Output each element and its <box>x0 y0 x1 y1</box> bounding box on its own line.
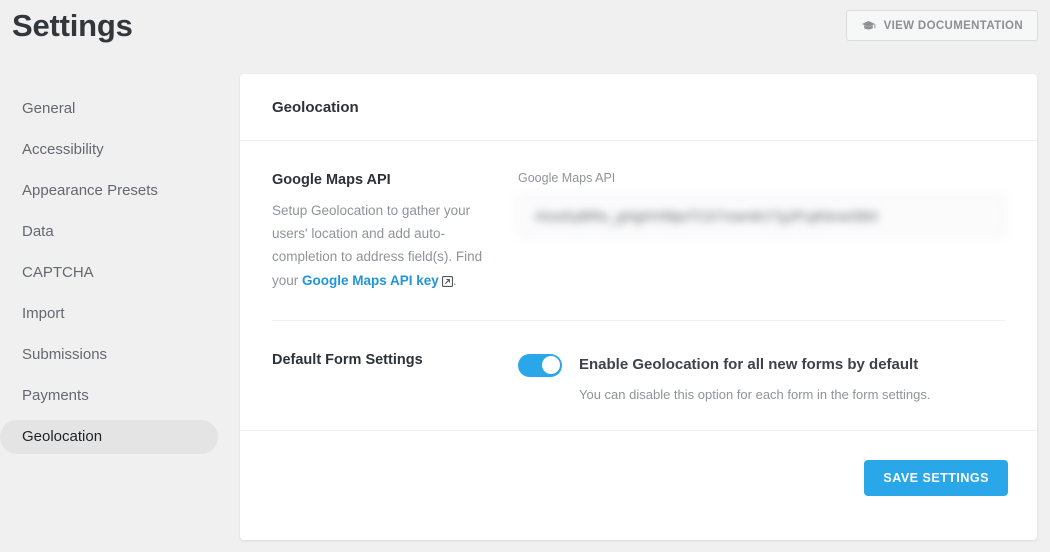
sidebar-item-import[interactable]: Import <box>0 297 218 331</box>
description-text-after-link: . <box>452 272 457 288</box>
graduation-cap-icon <box>861 20 876 32</box>
sidebar-item-geolocation[interactable]: Geolocation <box>0 420 218 454</box>
enable-geolocation-toggle-area: Enable Geolocation for all new forms by … <box>518 351 1005 405</box>
toggle-knob <box>541 356 560 375</box>
google-maps-api-heading: Google Maps API <box>272 172 391 188</box>
panel-title: Geolocation <box>272 98 359 116</box>
sidebar-item-label: General <box>22 100 76 117</box>
sidebar-item-label: Payments <box>22 387 89 404</box>
default-form-settings-heading: Default Form Settings <box>272 351 423 368</box>
google-maps-api-key-link[interactable]: Google Maps API key <box>302 273 439 288</box>
page-header: Settings VIEW DOCUMENTATION <box>0 0 1050 74</box>
sidebar-item-label: CAPTCHA <box>22 264 94 281</box>
google-maps-api-label-column: Google Maps API Setup Geolocation to gat… <box>272 171 518 294</box>
enable-geolocation-toggle-description: You can disable this option for each for… <box>579 386 931 402</box>
sidebar-item-label: Submissions <box>22 346 108 363</box>
view-documentation-label: VIEW DOCUMENTATION <box>883 19 1023 32</box>
view-documentation-button[interactable]: VIEW DOCUMENTATION <box>845 10 1038 41</box>
panel-footer: SAVE SETTINGS <box>240 430 1037 525</box>
save-settings-label: SAVE SETTINGS <box>883 471 989 486</box>
default-form-settings-row: Default Form Settings Enable Geolocation… <box>272 319 1005 431</box>
settings-sidebar: General Accessibility Appearance Presets… <box>0 92 218 461</box>
default-form-settings-field-column: Enable Geolocation for all new forms by … <box>518 351 1005 405</box>
google-maps-api-field-column: Google Maps API <box>518 171 1005 294</box>
enable-geolocation-toggle-texts: Enable Geolocation for all new forms by … <box>579 353 930 405</box>
external-link-icon <box>441 271 453 294</box>
geolocation-settings-panel: Geolocation Google Maps API Setup Geoloc… <box>240 74 1037 540</box>
sidebar-item-label: Accessibility <box>22 141 104 158</box>
google-maps-api-description: Setup Geolocation to gather your users' … <box>272 199 494 294</box>
sidebar-item-label: Geolocation <box>22 428 103 445</box>
sidebar-item-appearance-presets[interactable]: Appearance Presets <box>0 174 218 208</box>
google-maps-api-input[interactable] <box>518 195 1005 236</box>
sidebar-item-accessibility[interactable]: Accessibility <box>0 133 218 167</box>
default-form-settings-label-column: Default Form Settings <box>272 351 518 405</box>
sidebar-item-label: Import <box>22 305 65 322</box>
sidebar-item-payments[interactable]: Payments <box>0 379 218 413</box>
google-maps-api-field-label: Google Maps API <box>518 171 616 185</box>
enable-geolocation-toggle-label: Enable Geolocation for all new forms by … <box>579 355 919 373</box>
google-maps-api-key-link-label: Google Maps API key <box>302 272 439 288</box>
enable-geolocation-toggle[interactable] <box>518 353 562 377</box>
page-title: Settings <box>12 8 133 43</box>
sidebar-item-label: Data <box>22 223 54 240</box>
sidebar-item-label: Appearance Presets <box>22 182 158 199</box>
sidebar-item-submissions[interactable]: Submissions <box>0 338 218 372</box>
sidebar-item-general[interactable]: General <box>0 92 218 126</box>
sidebar-item-captcha[interactable]: CAPTCHA <box>0 256 218 290</box>
sidebar-item-data[interactable]: Data <box>0 215 218 249</box>
panel-body: Google Maps API Setup Geolocation to gat… <box>240 141 1037 430</box>
panel-header: Geolocation <box>240 74 1037 141</box>
google-maps-api-row: Google Maps API Setup Geolocation to gat… <box>272 141 1005 320</box>
save-settings-button[interactable]: SAVE SETTINGS <box>864 460 1008 497</box>
